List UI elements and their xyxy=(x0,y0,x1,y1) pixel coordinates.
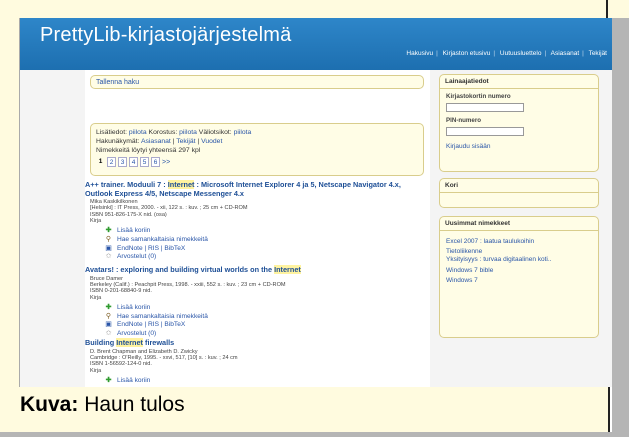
nav-link-hakusivu[interactable]: Hakusivu xyxy=(406,50,433,57)
login-panel-title: Lainaajatiedot xyxy=(445,78,489,85)
result-title-link[interactable]: Building Internet firewalls xyxy=(85,338,430,348)
result-record: Building Internet firewalls D. Brent Cha… xyxy=(85,338,430,385)
result-actions: ✚ Lisää koriin ⚲ Hae samankaltaisia nimekk… xyxy=(85,227,430,261)
result-actions: ✚ Lisää koriin xyxy=(85,376,430,385)
pin-label: PIN-numero xyxy=(446,117,482,124)
page-3-button[interactable]: 3 xyxy=(118,157,127,167)
page-4-button[interactable]: 4 xyxy=(129,157,138,167)
newest-titles-panel: Uusimmat nimekkeet Excel 2007 : laatua t… xyxy=(439,216,599,338)
view-asiasanat-link[interactable]: Asiasanat xyxy=(141,138,171,145)
newest-item-link[interactable]: Tietoliikenne xyxy=(440,247,598,257)
newest-titles-title: Uusimmat nimekkeet xyxy=(445,220,511,227)
cart-panel-title: Kori xyxy=(445,182,458,189)
save-icon: ▣ xyxy=(105,244,112,252)
newest-item-link[interactable]: Excel 2007 : laatua taulukoihin xyxy=(440,237,598,247)
view-vuodet-link[interactable]: Vuodet xyxy=(201,138,222,145)
plus-icon: ✚ xyxy=(105,376,112,384)
result-record: Avatars! : exploring and building virtua… xyxy=(85,265,430,338)
result-meta: Mika Kaskikilkonen [Helsinki] : IT Press… xyxy=(85,199,430,225)
export-links[interactable]: ▣ EndNote | RIS | BibTeX xyxy=(105,320,430,329)
plus-icon: ✚ xyxy=(105,227,112,235)
add-to-cart-link[interactable]: ✚ Lisää koriin xyxy=(105,376,430,385)
result-type: Kirja xyxy=(90,367,102,374)
find-similar-link[interactable]: ⚲ Hae samankaltaisia nimekkeitä xyxy=(105,235,430,244)
results-count: Nimekkeitä löytyi yhteensä 297 kpl xyxy=(96,147,201,154)
pin-input[interactable] xyxy=(446,127,524,136)
reviews-link[interactable]: ✩ Arvostelut (0) xyxy=(105,252,430,261)
newest-item-link[interactable]: Windows 7 bible xyxy=(440,266,598,276)
result-meta: Bruce Damer Berkeley (Calif.) : Peachpit… xyxy=(85,276,430,302)
options-line: Lisätiedot: piilota Korostus: piilota Vä… xyxy=(96,128,418,137)
divider xyxy=(440,230,598,231)
frame-shadow-bottom xyxy=(0,432,629,437)
app-header: PrettyLib-kirjastojärjestelmä Hakusivu | … xyxy=(20,18,612,70)
result-type: Kirja xyxy=(90,294,102,301)
result-meta: D. Brent Chapman and Elizabeth D. Zwicky… xyxy=(85,349,430,375)
nav-link-asiasanat[interactable]: Asiasanat xyxy=(551,50,580,57)
cart-panel: Kori xyxy=(439,178,599,208)
reviews-link[interactable]: ✩ Arvostelut (0) xyxy=(105,329,430,338)
pagination: 1 2 3 4 5 6 >> xyxy=(96,157,418,167)
page-next-link[interactable]: >> xyxy=(162,158,170,167)
page-2-button[interactable]: 2 xyxy=(107,157,116,167)
nav-link-tekijat[interactable]: Tekijät xyxy=(589,50,607,57)
search-icon: ⚲ xyxy=(105,312,112,320)
figure-caption: Kuva: Haun tulos xyxy=(20,393,185,417)
search-views-label: Hakunäkymät: xyxy=(96,138,140,145)
caption-text: Haun tulos xyxy=(78,393,185,416)
save-search-link[interactable]: Tallenna haku xyxy=(90,75,424,89)
view-tekijat-link[interactable]: Tekijät xyxy=(176,138,195,145)
search-icon: ⚲ xyxy=(105,236,112,244)
result-record: A++ trainer. Moduuli 7 : Internet : Micr… xyxy=(85,180,430,261)
page-5-button[interactable]: 5 xyxy=(140,157,149,167)
export-links[interactable]: ▣ EndNote | RIS | BibTeX xyxy=(105,244,430,253)
main-content: Tallenna haku Lisätiedot: piilota Korost… xyxy=(85,70,430,387)
result-title-link[interactable]: Avatars! : exploring and building virtua… xyxy=(85,265,430,275)
find-similar-link[interactable]: ⚲ Hae samankaltaisia nimekkeitä xyxy=(105,312,430,321)
divider xyxy=(440,192,598,193)
nav-link-uutuusluettelo[interactable]: Uutuusluettelo xyxy=(500,50,542,57)
login-link[interactable]: Kirjaudu sisään xyxy=(440,142,598,152)
add-to-cart-link[interactable]: ✚ Lisää koriin xyxy=(105,227,430,236)
result-title-link[interactable]: A++ trainer. Moduuli 7 : Internet : Micr… xyxy=(85,180,430,198)
toggle-valiotsikot-link[interactable]: piilota xyxy=(234,129,252,136)
screenshot-window: PrettyLib-kirjastojärjestelmä Hakusivu | … xyxy=(19,18,612,387)
login-panel: Lainaajatiedot Kirjastokortin numero PIN… xyxy=(439,74,599,172)
options-label-korostus: Korostus: xyxy=(148,129,178,136)
search-views-line: Hakunäkymät: Asiasanat | Tekijät | Vuode… xyxy=(96,138,223,145)
caption-label: Kuva: xyxy=(20,393,79,416)
toggle-korostus-link[interactable]: piilota xyxy=(179,129,197,136)
result-actions: ✚ Lisää koriin ⚲ Hae samankaltaisia nimekk… xyxy=(85,303,430,337)
frame-shadow-right xyxy=(612,18,629,437)
sidebar: Lainaajatiedot Kirjastokortin numero PIN… xyxy=(435,70,612,387)
divider xyxy=(440,88,598,89)
star-icon: ✩ xyxy=(105,253,112,261)
add-to-cart-link[interactable]: ✚ Lisää koriin xyxy=(105,303,430,312)
toggle-lisatiedot-link[interactable]: piilota xyxy=(129,129,147,136)
newest-item-link[interactable]: Yksityisyys : turvaa digitaalinen koti.. xyxy=(440,256,598,264)
page-current: 1 xyxy=(98,158,103,165)
star-icon: ✩ xyxy=(105,329,112,337)
nav-link-kirjaston-etusivu[interactable]: Kirjaston etusivu xyxy=(443,50,491,57)
card-number-input[interactable] xyxy=(446,103,524,112)
frame-line-top xyxy=(606,0,608,18)
newest-item-link[interactable]: Windows 7 xyxy=(440,276,598,286)
page-6-button[interactable]: 6 xyxy=(151,157,160,167)
options-label-valiotsikot: Väliotsikot: xyxy=(198,129,232,136)
save-icon: ▣ xyxy=(105,321,112,329)
plus-icon: ✚ xyxy=(105,303,112,311)
options-label-lisatiedot: Lisätiedot: xyxy=(96,129,127,136)
search-info-box: Lisätiedot: piilota Korostus: piilota Vä… xyxy=(90,123,424,176)
app-title: PrettyLib-kirjastojärjestelmä xyxy=(40,24,292,46)
card-number-label: Kirjastokortin numero xyxy=(446,93,511,100)
result-type: Kirja xyxy=(90,218,102,225)
page-background-top xyxy=(0,0,629,18)
top-navigation: Hakusivu | Kirjaston etusivu | Uutuusluett… xyxy=(406,50,607,57)
